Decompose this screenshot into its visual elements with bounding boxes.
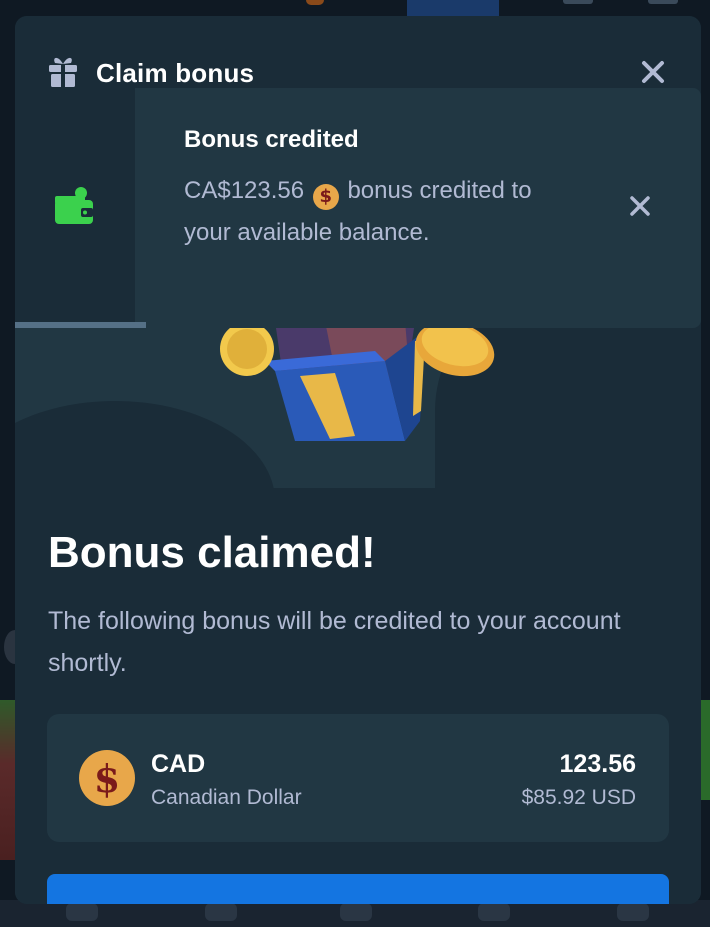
background-game-thumbnail <box>0 700 15 860</box>
background-active-tab <box>407 0 499 16</box>
primary-action-button[interactable] <box>47 874 669 904</box>
close-modal-button[interactable] <box>635 56 671 92</box>
modal-title: Claim bonus <box>96 58 255 88</box>
sports-icon <box>478 903 510 921</box>
toast-title: Bonus credited <box>184 126 359 153</box>
close-icon <box>641 60 665 89</box>
close-toast-button[interactable] <box>620 188 660 228</box>
currency-card: $ CAD Canadian Dollar 123.56 $85.92 USD <box>47 714 669 842</box>
toast-icon-panel <box>15 88 135 328</box>
toast-message: CA$123.56 $ bonus credited to your avail… <box>184 170 544 254</box>
bonus-hero-illustration <box>15 321 701 488</box>
chat-icon <box>617 903 649 921</box>
bonus-credited-toast: Bonus credited CA$123.56 $ bonus credite… <box>15 88 701 328</box>
bets-icon <box>340 903 372 921</box>
toast-amount: CA$123.56 <box>184 177 305 204</box>
bottom-navigation <box>0 900 710 927</box>
browse-icon <box>66 903 98 921</box>
cad-coin-icon: $ <box>312 184 339 210</box>
wallet-icon <box>53 186 95 231</box>
cad-coin-icon: $ <box>79 750 135 806</box>
background-nav-indicator <box>306 0 324 5</box>
casino-icon <box>205 903 237 921</box>
bonus-claimed-description: The following bonus will be credited to … <box>48 607 621 677</box>
currency-amount: 123.56 <box>559 750 636 778</box>
currency-code: CAD <box>151 750 206 778</box>
treasure-chest-icon <box>205 321 505 466</box>
toast-body: Bonus credited CA$123.56 $ bonus credite… <box>135 88 701 328</box>
close-icon <box>630 195 650 221</box>
toast-progress-bar <box>15 322 146 328</box>
currency-name: Canadian Dollar <box>151 786 302 809</box>
background-nav-icon <box>648 0 678 4</box>
modal-content: Bonus claimed! The following bonus will … <box>15 488 701 904</box>
bonus-claimed-heading: Bonus claimed! <box>48 528 376 577</box>
currency-usd-value: $85.92 USD <box>521 786 636 809</box>
background-nav-icon <box>563 0 593 4</box>
background-game-thumbnail <box>700 700 710 800</box>
background-top-nav <box>0 0 710 16</box>
